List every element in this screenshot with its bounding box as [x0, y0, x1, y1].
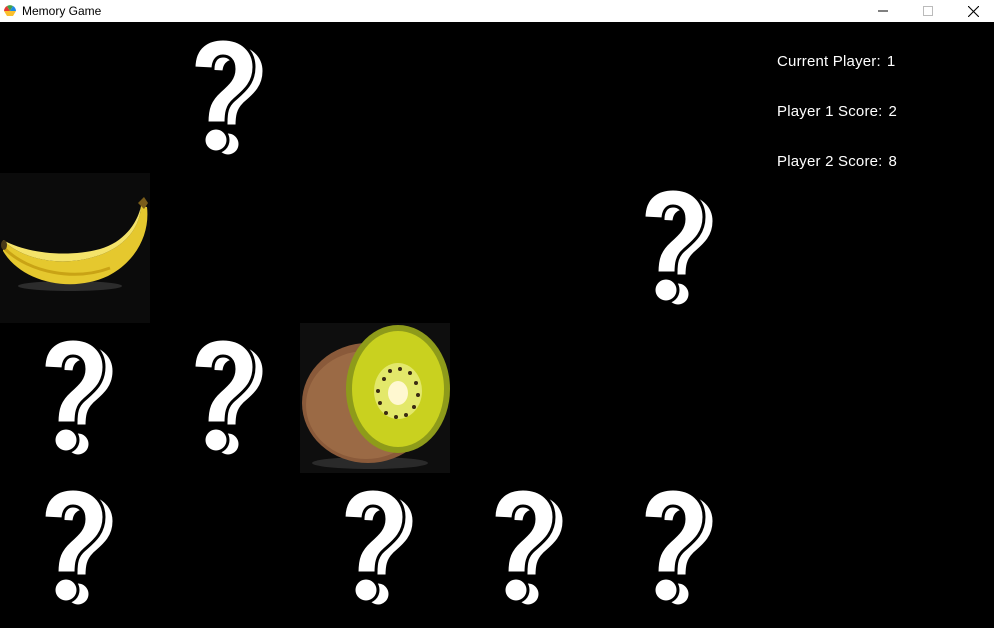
- minimize-icon: [878, 10, 888, 12]
- player1-score-value: 2: [888, 103, 898, 120]
- hidden-card[interactable]: [600, 173, 750, 323]
- game-board: Current Player: 1 Player 1 Score: 2 Player…: [0, 23, 994, 628]
- banana-image: [0, 173, 150, 323]
- hidden-card[interactable]: [0, 473, 150, 623]
- player1-score-label: Player 1 Score:: [777, 103, 883, 120]
- title-bar: Memory Game: [0, 0, 994, 22]
- close-icon: [967, 5, 979, 17]
- player1-score-display: Player 1 Score: 2: [777, 103, 897, 120]
- minimize-button[interactable]: [860, 0, 906, 22]
- current-player-display: Current Player: 1: [777, 53, 895, 70]
- question-mark-icon: [0, 323, 150, 473]
- banana-card: [0, 173, 150, 323]
- maximize-icon: [923, 6, 933, 16]
- hidden-card[interactable]: [150, 23, 300, 173]
- hidden-card[interactable]: [600, 473, 750, 623]
- player2-score-value: 8: [888, 153, 898, 170]
- hidden-card[interactable]: [0, 323, 150, 473]
- hidden-card[interactable]: [150, 323, 300, 473]
- kiwi-card: [300, 323, 450, 473]
- close-button[interactable]: [950, 0, 994, 22]
- player2-score-label: Player 2 Score:: [777, 153, 883, 170]
- hidden-card[interactable]: [450, 473, 600, 623]
- memory-game-app-icon: [4, 5, 16, 16]
- maximize-button[interactable]: [905, 0, 951, 22]
- question-mark-icon: [300, 473, 450, 623]
- hidden-card[interactable]: [300, 473, 450, 623]
- player2-score-display: Player 2 Score: 8: [777, 153, 897, 170]
- kiwi-image: [300, 323, 450, 473]
- window-title: Memory Game: [22, 4, 102, 18]
- question-mark-icon: [0, 473, 150, 623]
- question-mark-icon: [600, 173, 750, 323]
- question-mark-icon: [450, 473, 600, 623]
- question-mark-icon: [600, 473, 750, 623]
- current-player-value: 1: [886, 53, 896, 70]
- question-mark-icon: [150, 23, 300, 173]
- question-mark-icon: [150, 323, 300, 473]
- current-player-label: Current Player:: [777, 53, 881, 70]
